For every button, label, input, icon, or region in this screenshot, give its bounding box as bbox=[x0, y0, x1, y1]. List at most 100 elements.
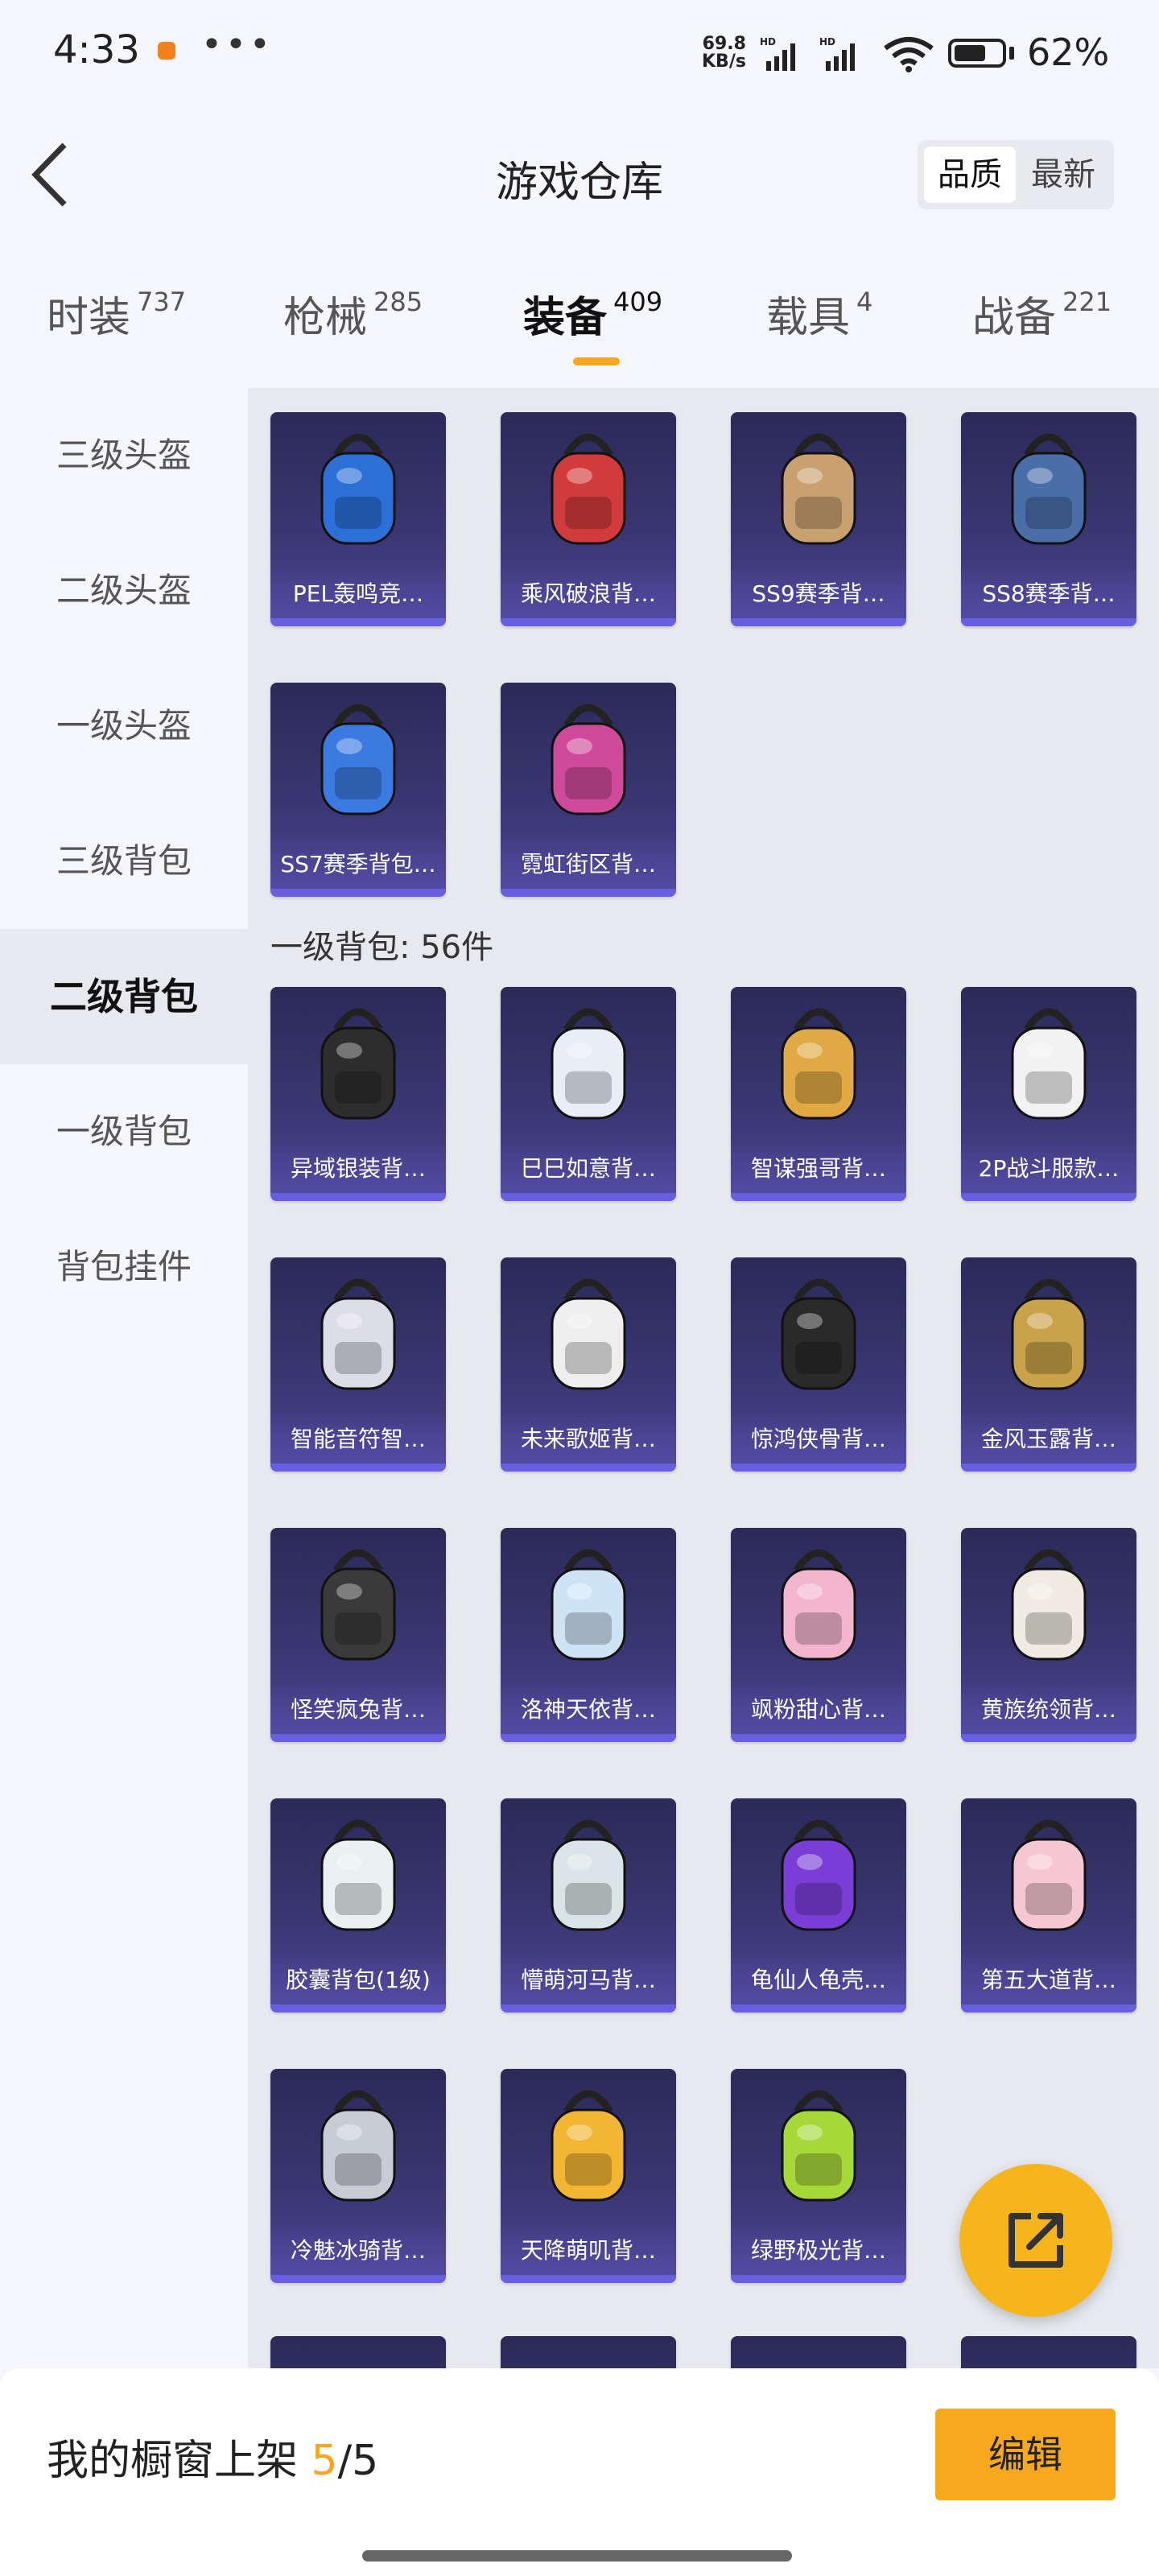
item-card[interactable]: 胶囊背包(1级) bbox=[270, 1798, 446, 2013]
battery-cap bbox=[1009, 47, 1014, 60]
svg-text:HD: HD bbox=[760, 36, 776, 47]
backpack-icon bbox=[501, 683, 676, 840]
item-name: SS9赛季背… bbox=[731, 570, 906, 618]
showcase-total: /5 bbox=[337, 2437, 379, 2485]
tab-equipment[interactable]: 装备 409 bbox=[523, 283, 662, 344]
item-card[interactable]: SS7赛季背包… bbox=[270, 683, 446, 897]
tab-vehicles[interactable]: 载具 4 bbox=[766, 283, 872, 344]
item-card-partial[interactable] bbox=[270, 2336, 446, 2368]
item-card[interactable]: 巳巳如意背… bbox=[501, 987, 676, 1201]
rarity-bar bbox=[731, 618, 906, 626]
rarity-bar bbox=[501, 1734, 676, 1742]
item-card[interactable]: 天降萌叽背… bbox=[501, 2069, 676, 2283]
backpack-icon bbox=[731, 1257, 906, 1415]
sidebar-item-backpack-3[interactable]: 三级背包 bbox=[0, 794, 248, 929]
item-card[interactable]: 霓虹街区背… bbox=[501, 683, 676, 897]
signal-icon: HD bbox=[760, 36, 795, 71]
item-name: 惊鸿侠骨背… bbox=[731, 1415, 906, 1463]
item-name: 异域银装背… bbox=[270, 1145, 446, 1193]
rarity-bar bbox=[501, 1463, 676, 1472]
backpack-icon bbox=[501, 1257, 676, 1415]
showcase-label: 我的橱窗上架 5/5 bbox=[47, 2426, 378, 2487]
item-card[interactable]: 怪笑疯兔背… bbox=[270, 1528, 446, 1742]
item-name: 洛神天依背… bbox=[501, 1686, 676, 1734]
backpack-icon bbox=[961, 987, 1136, 1145]
rarity-bar bbox=[961, 2004, 1136, 2013]
item-card[interactable]: 智谋强哥背… bbox=[731, 987, 906, 1201]
item-card-partial[interactable] bbox=[731, 2336, 906, 2368]
rarity-bar bbox=[731, 1463, 906, 1472]
tab-label: 枪械 bbox=[283, 294, 368, 342]
rarity-bar bbox=[961, 618, 1136, 626]
sort-latest-button[interactable]: 最新 bbox=[1017, 147, 1109, 203]
backpack-icon bbox=[270, 1257, 446, 1415]
edit-button[interactable]: 编辑 bbox=[935, 2409, 1116, 2500]
sidebar-item-helmet-2[interactable]: 二级头盔 bbox=[0, 523, 248, 658]
item-card[interactable]: 惊鸿侠骨背… bbox=[731, 1257, 906, 1472]
item-card[interactable]: PEL轰鸣竞… bbox=[270, 412, 446, 626]
wifi-icon bbox=[884, 37, 934, 72]
backpack-icon bbox=[961, 412, 1136, 570]
item-card[interactable]: 龟仙人龟壳… bbox=[731, 1798, 906, 2013]
item-card-partial[interactable] bbox=[961, 2336, 1136, 2368]
sidebar-item-helmet-3[interactable]: 三级头盔 bbox=[0, 388, 248, 523]
sidebar-item-backpack-charm[interactable]: 背包挂件 bbox=[0, 1199, 248, 1335]
status-bar: 4:33 ••• 69.8 KB/s HD HD 62% bbox=[0, 0, 1159, 105]
rarity-bar bbox=[270, 1193, 446, 1201]
backpack-icon bbox=[270, 683, 446, 840]
tab-supplies[interactable]: 战备 221 bbox=[972, 283, 1112, 344]
tab-guns[interactable]: 枪械 285 bbox=[283, 283, 423, 344]
rarity-bar bbox=[501, 1193, 676, 1201]
item-card[interactable]: 飒粉甜心背… bbox=[731, 1528, 906, 1742]
sidebar-item-backpack-1[interactable]: 一级背包 bbox=[0, 1064, 248, 1199]
item-card[interactable]: 懵萌河马背… bbox=[501, 1798, 676, 2013]
item-card[interactable]: 乘风破浪背… bbox=[501, 412, 676, 626]
item-card[interactable]: 第五大道背… bbox=[961, 1798, 1136, 2013]
rarity-bar bbox=[270, 2275, 446, 2283]
share-icon bbox=[1008, 2213, 1063, 2268]
sort-toggle: 品质 最新 bbox=[918, 140, 1114, 209]
item-card-partial[interactable] bbox=[501, 2336, 676, 2368]
showcase-text: 我的橱窗上架 bbox=[47, 2437, 299, 2485]
item-card[interactable]: 洛神天依背… bbox=[501, 1528, 676, 1742]
item-card[interactable]: 异域银装背… bbox=[270, 987, 446, 1201]
item-name: SS7赛季背包… bbox=[270, 840, 446, 889]
tab-count: 285 bbox=[373, 287, 423, 317]
item-card[interactable]: 智能音符智… bbox=[270, 1257, 446, 1472]
tab-label: 时装 bbox=[47, 294, 131, 342]
sidebar-item-backpack-2[interactable]: 二级背包 bbox=[0, 929, 248, 1064]
backpack-icon bbox=[961, 1257, 1136, 1415]
item-grid: PEL轰鸣竞… 乘风破浪背… SS9赛季背… SS8赛季背… SS7赛季背包… 霓虹街区背… bbox=[248, 388, 1159, 2368]
tab-fashion[interactable]: 时装 737 bbox=[47, 283, 186, 344]
share-button[interactable] bbox=[959, 2164, 1112, 2317]
item-name: 胶囊背包(1级) bbox=[270, 1956, 446, 2004]
item-name: 霓虹街区背… bbox=[501, 840, 676, 889]
tab-count: 221 bbox=[1062, 287, 1112, 317]
tab-label: 装备 bbox=[523, 294, 608, 342]
item-card[interactable]: 冷魅冰骑背… bbox=[270, 2069, 446, 2283]
backpack-icon bbox=[501, 1798, 676, 1956]
sidebar-item-helmet-1[interactable]: 一级头盔 bbox=[0, 658, 248, 794]
item-name: SS8赛季背… bbox=[961, 570, 1136, 618]
tab-count: 409 bbox=[613, 287, 663, 317]
battery-icon bbox=[948, 39, 1006, 68]
item-name: 天降萌叽背… bbox=[501, 2227, 676, 2275]
backpack-icon bbox=[501, 412, 676, 570]
item-name: PEL轰鸣竞… bbox=[270, 570, 446, 618]
item-card[interactable]: 未来歌姬背… bbox=[501, 1257, 676, 1472]
backpack-icon bbox=[731, 987, 906, 1145]
rarity-bar bbox=[501, 889, 676, 897]
item-card[interactable]: 2P战斗服款… bbox=[961, 987, 1136, 1201]
item-card[interactable]: SS9赛季背… bbox=[731, 412, 906, 626]
item-card[interactable]: 黄族统领背… bbox=[961, 1528, 1136, 1742]
backpack-icon bbox=[961, 1528, 1136, 1686]
item-name: 未来歌姬背… bbox=[501, 1415, 676, 1463]
rarity-bar bbox=[270, 1463, 446, 1472]
backpack-icon bbox=[270, 987, 446, 1145]
sort-quality-button[interactable]: 品质 bbox=[924, 147, 1016, 203]
battery-percent: 62% bbox=[1027, 31, 1110, 74]
item-card[interactable]: 绿野极光背… bbox=[731, 2069, 906, 2283]
item-card[interactable]: SS8赛季背… bbox=[961, 412, 1136, 626]
home-indicator[interactable] bbox=[362, 2550, 792, 2562]
item-card[interactable]: 金风玉露背… bbox=[961, 1257, 1136, 1472]
